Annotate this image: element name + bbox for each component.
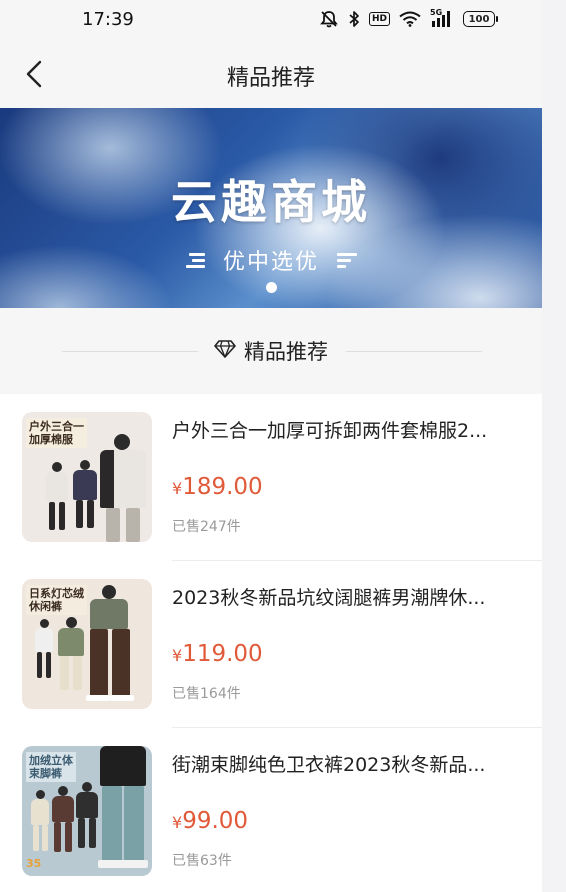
section-title-row: 精品推荐 [0, 336, 542, 366]
wifi-icon [399, 11, 421, 27]
product-title: 街潮束脚纯色卫衣裤2023秋冬新品... [172, 754, 486, 776]
app-screen: 17:39 HD 5G 100 精品推荐 云趣商城 优中选优 精品推荐 户外三合… [0, 0, 542, 892]
price-currency: ¥ [172, 813, 183, 832]
product-title: 户外三合一加厚可拆卸两件套棉服2... [172, 420, 488, 442]
price-value: 99.00 [182, 808, 249, 834]
product-image-tag: 加绒立体 束脚裤 [26, 752, 76, 782]
price-currency: ¥ [172, 479, 183, 498]
price-currency: ¥ [172, 646, 183, 665]
product-price: ¥189.00 [172, 474, 263, 500]
battery-icon: 100 [463, 11, 498, 27]
mute-icon [319, 10, 339, 28]
promo-banner[interactable]: 云趣商城 优中选优 [0, 108, 542, 308]
signal-5g-icon: 5G [430, 8, 454, 27]
product-image-tag: 户外三合一 加厚棉服 [26, 418, 87, 448]
product-card[interactable]: 加绒立体 束脚裤 35 街潮束脚纯色卫衣裤2023秋冬新品... ¥99.00 … [0, 728, 542, 892]
product-image[interactable]: 日系灯芯绒 休闲裤 [22, 579, 152, 709]
product-image-price: 35 [26, 857, 42, 870]
product-sold-count: 已售63件 [172, 853, 232, 869]
product-sold-count: 已售247件 [172, 519, 241, 535]
product-price: ¥99.00 [172, 808, 248, 834]
product-image[interactable]: 户外三合一 加厚棉服 [22, 412, 152, 542]
product-image-tag: 日系灯芯绒 休闲裤 [26, 585, 87, 615]
product-info: 户外三合一加厚可拆卸两件套棉服2... ¥189.00 已售247件 [172, 416, 528, 535]
right-edge-strip [542, 0, 566, 892]
status-icons: HD 5G 100 [319, 8, 498, 28]
hd-icon: HD [368, 12, 390, 26]
diamond-icon [214, 339, 236, 363]
banner-title: 云趣商城 [171, 175, 371, 229]
nav-bar: 精品推荐 [0, 40, 542, 108]
product-image[interactable]: 加绒立体 束脚裤 35 [22, 746, 152, 876]
product-info: 街潮束脚纯色卫衣裤2023秋冬新品... ¥99.00 已售63件 [172, 750, 528, 869]
status-bar: 17:39 HD 5G 100 [0, 0, 542, 40]
product-list: 户外三合一 加厚棉服 户外三合一加厚可拆卸两件套棉服2... ¥189.00 已… [0, 394, 542, 892]
banner-subtitle-row: 优中选优 [0, 244, 542, 276]
price-value: 189.00 [182, 474, 263, 500]
lines-right-icon [337, 252, 359, 268]
bluetooth-icon [348, 10, 360, 28]
carousel-dot[interactable] [266, 282, 277, 293]
lines-left-icon [183, 252, 205, 268]
product-info: 2023秋冬新品坑纹阔腿裤男潮牌休... ¥119.00 已售164件 [172, 583, 528, 702]
page-title: 精品推荐 [226, 66, 315, 91]
product-title: 2023秋冬新品坑纹阔腿裤男潮牌休... [172, 587, 486, 609]
section-title: 精品推荐 [244, 340, 328, 364]
product-card[interactable]: 日系灯芯绒 休闲裤 2023秋冬新品坑纹阔腿裤男潮牌休... ¥119.00 已… [0, 561, 542, 728]
price-value: 119.00 [182, 641, 263, 667]
product-card[interactable]: 户外三合一 加厚棉服 户外三合一加厚可拆卸两件套棉服2... ¥189.00 已… [0, 394, 542, 561]
banner-subtitle: 优中选优 [222, 250, 319, 275]
battery-level: 100 [463, 11, 495, 27]
section-header: 精品推荐 [0, 308, 542, 394]
network-label: 5G [430, 8, 443, 17]
status-time: 17:39 [82, 9, 134, 30]
product-sold-count: 已售164件 [172, 686, 241, 702]
product-price: ¥119.00 [172, 641, 263, 667]
